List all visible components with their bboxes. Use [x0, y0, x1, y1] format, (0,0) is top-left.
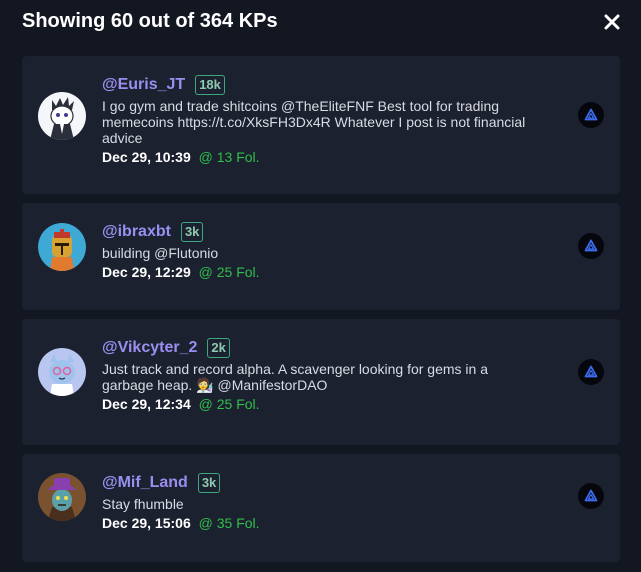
follower-count-badge: 2k	[207, 338, 230, 358]
kp-timestamp: Dec 29, 12:34	[102, 396, 191, 412]
platform-link-button[interactable]	[578, 102, 604, 128]
kp-timestamp: Dec 29, 12:29	[102, 264, 191, 280]
kp-card[interactable]: @ibraxbt 3k building @Flutonio Dec 29, 1…	[22, 203, 620, 310]
avatar[interactable]	[38, 348, 86, 396]
kp-content: @ibraxbt 3k building @Flutonio Dec 29, 1…	[102, 221, 542, 281]
kp-card[interactable]: @Mif_Land 3k Stay fhumble Dec 29, 15:06 …	[22, 454, 620, 562]
kp-handle[interactable]: @ibraxbt	[102, 222, 171, 242]
kp-bio: building @Flutonio	[102, 245, 219, 261]
kp-list-modal: Showing 60 out of 364 KPs @Euris_JT 18k …	[0, 0, 641, 572]
kp-content: @Mif_Land 3k Stay fhumble Dec 29, 15:06 …	[102, 472, 542, 532]
close-button[interactable]	[600, 10, 624, 34]
close-icon	[604, 14, 620, 30]
follower-count-badge: 3k	[197, 473, 221, 493]
platform-logo-icon	[584, 239, 598, 252]
kp-content: @Euris_JT 18k I go gym and trade shitcoi…	[102, 74, 542, 166]
kp-followers: @ 35 Fol.	[198, 515, 260, 531]
kp-handle[interactable]: @Vikcyter_2	[102, 338, 197, 358]
platform-link-button[interactable]	[578, 359, 604, 385]
kp-list: @Euris_JT 18k I go gym and trade shitcoi…	[22, 56, 620, 571]
kp-handle[interactable]: @Mif_Land	[102, 473, 188, 493]
avatar[interactable]	[38, 92, 86, 140]
kp-timestamp: Dec 29, 10:39	[102, 149, 191, 165]
avatar[interactable]	[38, 473, 86, 521]
platform-link-button[interactable]	[578, 233, 604, 259]
platform-logo-icon	[584, 365, 598, 378]
kp-card[interactable]: @Vikcyter_2 2k Just track and record alp…	[22, 319, 620, 445]
platform-logo-icon	[584, 108, 598, 121]
follower-count-badge: 18k	[195, 75, 225, 95]
kp-followers: @ 13 Fol.	[198, 149, 260, 165]
kp-followers: @ 25 Fol.	[198, 396, 260, 412]
kp-content: @Vikcyter_2 2k Just track and record alp…	[102, 337, 542, 413]
follower-count-badge: 3k	[180, 222, 204, 242]
platform-link-button[interactable]	[578, 483, 604, 509]
kp-card[interactable]: @Euris_JT 18k I go gym and trade shitcoi…	[22, 56, 620, 194]
kp-bio: Stay fhumble	[102, 496, 184, 512]
kp-bio: I go gym and trade shitcoins @TheEliteFN…	[102, 98, 526, 146]
avatar[interactable]	[38, 223, 86, 271]
platform-logo-icon	[584, 489, 598, 502]
kp-bio: Just track and record alpha. A scavenger…	[102, 361, 488, 393]
modal-title: Showing 60 out of 364 KPs	[22, 10, 278, 32]
kp-followers: @ 25 Fol.	[198, 264, 260, 280]
kp-handle[interactable]: @Euris_JT	[102, 75, 185, 95]
kp-timestamp: Dec 29, 15:06	[102, 515, 191, 531]
